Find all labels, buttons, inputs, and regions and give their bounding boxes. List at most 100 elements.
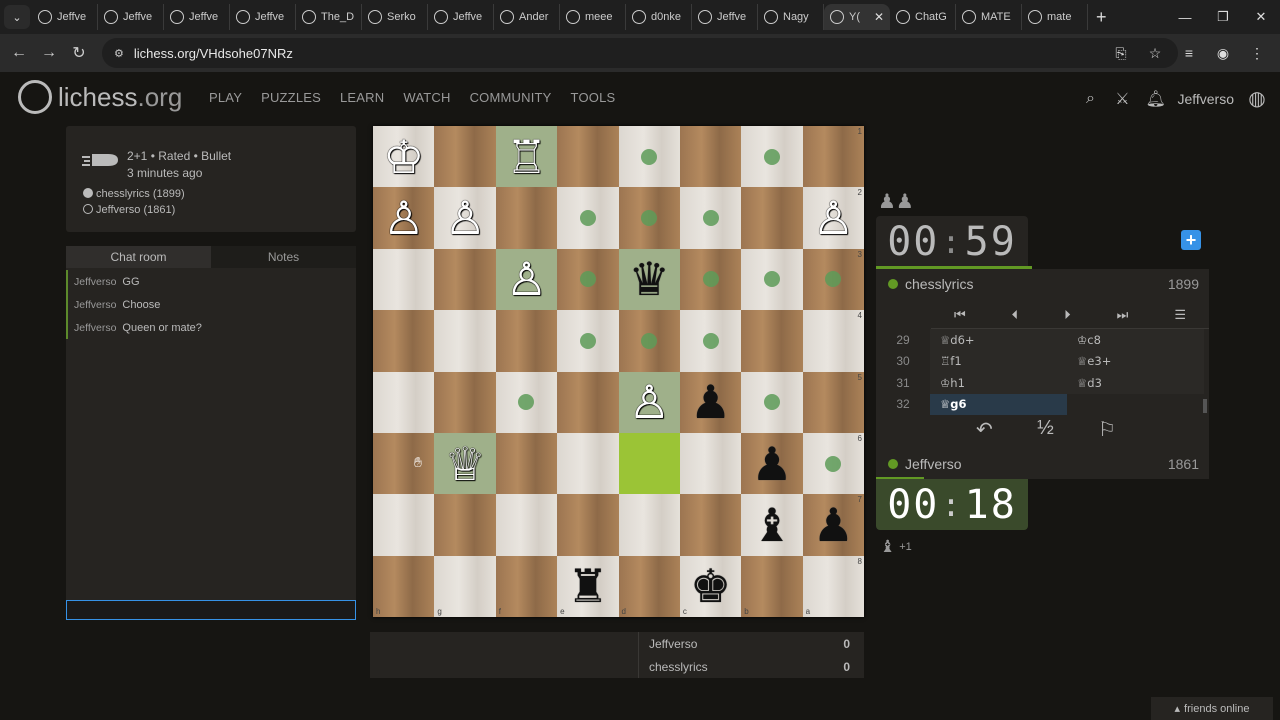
chess-piece[interactable]: ♟ (751, 441, 792, 487)
opponent-name[interactable]: chesslyrics (905, 276, 973, 292)
nav-puzzles[interactable]: PUZZLES (261, 90, 321, 105)
board-square[interactable] (679, 432, 742, 495)
back-icon[interactable]: ← (4, 38, 34, 68)
board-square[interactable]: ♙ (495, 248, 558, 311)
browser-tab[interactable]: Ander (494, 4, 560, 30)
browser-tab[interactable]: Jeffve (32, 4, 98, 30)
board-square[interactable] (434, 248, 496, 311)
board-square[interactable] (679, 248, 742, 311)
board-square[interactable]: ♟ (741, 432, 803, 495)
board-square[interactable] (557, 371, 619, 433)
move-hint-dot[interactable] (641, 148, 658, 165)
browser-tab[interactable]: Serko (362, 4, 428, 30)
board-square[interactable] (618, 187, 680, 249)
nav-community[interactable]: COMMUNITY (470, 90, 552, 105)
board-square[interactable] (618, 310, 680, 372)
move-hint-dot[interactable] (763, 394, 780, 411)
chess-piece[interactable]: ♙ (506, 256, 547, 302)
maximize-icon[interactable]: ❐ (1204, 0, 1242, 34)
board-square[interactable] (434, 126, 496, 188)
board-square[interactable] (373, 310, 435, 372)
board-square[interactable]: ♜ e (557, 555, 619, 617)
chess-piece[interactable]: ♙ (629, 379, 670, 425)
board-square[interactable]: h (373, 555, 435, 617)
last-move-icon[interactable]: ⏭ (1117, 307, 1129, 323)
board-square[interactable] (434, 310, 496, 372)
move-white[interactable]: ♕d6+ (930, 329, 1067, 351)
board-square[interactable] (373, 248, 435, 311)
move-hint-dot[interactable] (579, 332, 596, 349)
address-bar[interactable]: ⚙ lichess.org/VHdsohe07NRz (102, 38, 1178, 68)
chess-piece[interactable]: ♟ (690, 379, 731, 425)
browser-tab[interactable]: Jeffve (230, 4, 296, 30)
board-square[interactable]: ♕ (434, 432, 496, 495)
board-square[interactable]: ♙ (618, 371, 680, 433)
board-square[interactable]: b (741, 555, 803, 617)
chess-piece[interactable]: ♙ (444, 195, 485, 241)
chess-piece[interactable]: ♖ (506, 134, 547, 180)
prev-move-icon[interactable]: ⏴ (1012, 307, 1019, 323)
board-square[interactable]: ♝ (741, 494, 803, 556)
browser-tab[interactable]: Jeffve (428, 4, 494, 30)
board-square[interactable]: 5 (802, 371, 864, 433)
install-app-icon[interactable]: ⎘ (1108, 38, 1134, 68)
board-square[interactable] (741, 310, 803, 372)
board-square[interactable]: ♟ (679, 371, 742, 433)
chat-user[interactable]: Jeffverso (74, 299, 116, 311)
chess-piece[interactable]: ♟ (813, 502, 854, 548)
nav-tools[interactable]: TOOLS (571, 90, 616, 105)
move-hint-dot[interactable] (579, 271, 596, 288)
board-square[interactable] (495, 371, 558, 433)
tab-notes[interactable]: Notes (211, 246, 356, 268)
move-hint-dot[interactable] (825, 455, 842, 472)
board-square[interactable] (373, 371, 435, 433)
chat-input[interactable] (66, 600, 356, 620)
move-black[interactable]: ♕d3 (1067, 372, 1204, 394)
board-square[interactable]: ♛ (618, 248, 680, 311)
move-hint-dot[interactable] (579, 210, 596, 227)
reload-icon[interactable]: ↻ (64, 38, 94, 68)
browser-tab[interactable]: Nagy (758, 4, 824, 30)
browser-tab[interactable]: Jeffve (98, 4, 164, 30)
board-square[interactable] (495, 310, 558, 372)
chess-board[interactable]: ♔ ♖ 1 ♙ ♙ ♙ 2 ♙ ♛ 3 4 ♙ ♟ 5 ♕ ♟ 6 ♝ ♟ 7 h g f ♜ e d ♚ c b 8 a (373, 126, 864, 617)
board-square[interactable] (679, 187, 742, 249)
move-hint-dot[interactable] (825, 271, 842, 288)
move-hint-dot[interactable] (702, 210, 719, 227)
profile-icon[interactable]: ◉ (1210, 38, 1236, 68)
board-square[interactable]: 8a (802, 555, 864, 617)
chess-piece[interactable]: ♚ (690, 563, 731, 609)
board-square[interactable] (741, 187, 803, 249)
forward-icon[interactable]: → (34, 38, 64, 68)
resign-flag-icon[interactable]: ⚐ (1098, 417, 1116, 442)
board-square[interactable] (495, 432, 558, 495)
takeback-icon[interactable]: ↶ (976, 417, 993, 442)
board-square[interactable] (434, 371, 496, 433)
move-hint-dot[interactable] (763, 148, 780, 165)
close-tab-icon[interactable]: ✕ (874, 10, 884, 24)
board-square[interactable]: f (495, 555, 558, 617)
move-black[interactable]: ♔c8 (1067, 329, 1204, 351)
browser-tab[interactable]: The_D (296, 4, 362, 30)
browser-tab[interactable]: MATE (956, 4, 1022, 30)
browser-tab[interactable]: ChatG (890, 4, 956, 30)
board-square[interactable]: ♟ 7 (802, 494, 864, 556)
browser-tab[interactable]: Y(✕ (824, 4, 890, 30)
swords-icon[interactable]: ⚔ (1113, 89, 1131, 109)
board-square[interactable]: ♚ c (679, 555, 742, 617)
browser-menu-icon[interactable]: ⋮ (1244, 38, 1270, 68)
board-square[interactable] (557, 432, 619, 495)
tab-chat-room[interactable]: Chat room (66, 246, 211, 268)
move-hint-dot[interactable] (518, 394, 535, 411)
board-square[interactable] (557, 494, 619, 556)
first-move-icon[interactable]: ⏮ (954, 307, 966, 323)
user-avatar-icon[interactable]: ◍ (1248, 86, 1266, 111)
move-white[interactable]: ♔h1 (930, 372, 1067, 394)
score-player-name[interactable]: Jeffverso (649, 637, 697, 651)
tab-search-button[interactable]: ⌄ (4, 5, 30, 29)
board-square[interactable] (557, 248, 619, 311)
chess-piece[interactable]: ♙ (383, 195, 424, 241)
chess-piece[interactable]: ♙ (813, 195, 854, 241)
board-square[interactable]: ♙ (373, 187, 435, 249)
white-player-link[interactable]: chesslyrics (1899) (96, 188, 185, 200)
